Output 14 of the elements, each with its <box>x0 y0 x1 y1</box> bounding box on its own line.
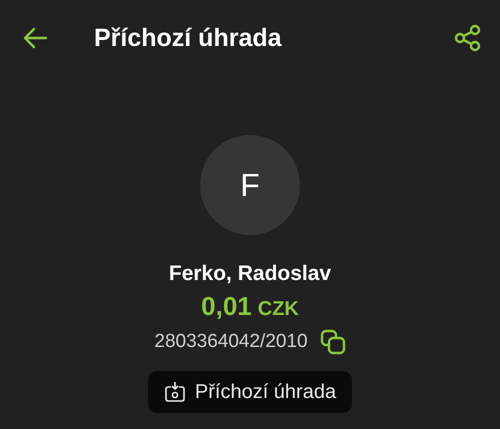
copy-button[interactable] <box>320 329 346 355</box>
share-icon <box>454 24 482 52</box>
back-button[interactable] <box>22 27 48 49</box>
page-title: Příchozí úhrada <box>94 24 283 52</box>
currency: CZK <box>258 298 299 321</box>
account-number: 2803364042/2010 <box>154 331 308 353</box>
back-arrow-icon <box>22 27 48 49</box>
share-button[interactable] <box>454 24 482 52</box>
counterparty-name: Ferko, Radoslav <box>168 262 332 286</box>
incoming-money-icon <box>164 381 186 403</box>
avatar: F <box>200 135 300 235</box>
payment-type-chip: Příchozí úhrada <box>148 371 352 413</box>
copy-icon <box>320 329 346 355</box>
amount-value: 0,01 <box>201 291 252 322</box>
